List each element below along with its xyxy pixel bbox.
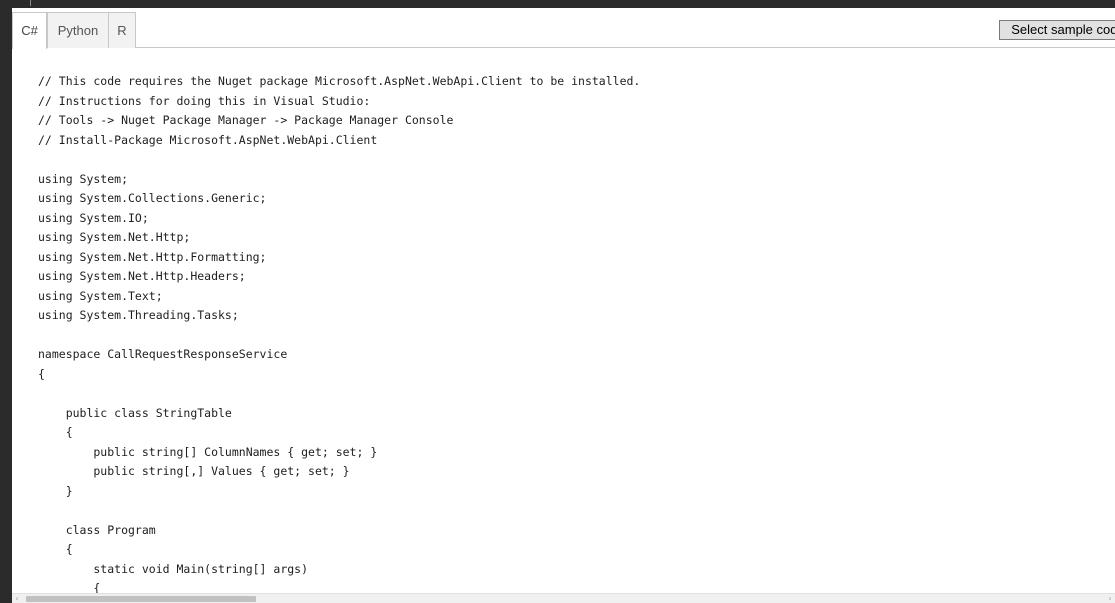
code-line: using System.Net.Http.Formatting; — [38, 249, 267, 264]
page-edge-mark — [30, 0, 35, 6]
code-line: } — [38, 483, 73, 498]
code-line: // Tools -> Nuget Package Manager -> Pac… — [38, 113, 454, 127]
code-line: { — [38, 542, 73, 556]
code-line: using System.Threading.Tasks; — [38, 308, 239, 322]
code-line: using System.Net.Http.Headers; — [38, 269, 246, 283]
code-line: class Program — [38, 522, 156, 537]
code-line: // This code requires the Nuget package … — [38, 74, 641, 88]
code-line: { — [38, 425, 73, 439]
code-line: { — [38, 581, 101, 593]
code-line: // Install-Package Microsoft.AspNet.WebA… — [38, 132, 378, 147]
scrollbar-thumb[interactable] — [26, 596, 256, 602]
code-line: using System.Net.Http; — [38, 230, 191, 244]
code-viewer[interactable]: // This code requires the Nuget package … — [12, 48, 1115, 593]
tab-python[interactable]: Python — [47, 12, 109, 48]
code-line: // Instructions for doing this in Visual… — [38, 93, 371, 108]
code-line: static void Main(string[] args) — [38, 561, 309, 576]
tab-r[interactable]: R — [108, 12, 136, 48]
tab-csharp[interactable]: C# — [12, 12, 47, 49]
code-sample-panel: C# Python R Select sample code // This c… — [12, 8, 1115, 603]
code-line: { — [38, 366, 45, 381]
code-line: public string[,] Values { get; set; } — [38, 464, 350, 478]
code-line: using System.IO; — [38, 210, 149, 225]
code-line: public class StringTable — [38, 405, 232, 420]
code-line: namespace CallRequestResponseService — [38, 347, 288, 361]
horizontal-scrollbar[interactable]: ‹ › — [12, 593, 1115, 603]
select-sample-code-button[interactable]: Select sample code — [999, 20, 1115, 40]
code-line: using System.Text; — [38, 288, 163, 303]
code-line: using System; — [38, 171, 129, 186]
scroll-right-icon[interactable]: › — [1105, 594, 1115, 603]
code-line: using System.Collections.Generic; — [38, 191, 267, 205]
scroll-left-icon[interactable]: ‹ — [12, 594, 22, 603]
code-block: // This code requires the Nuget package … — [38, 72, 640, 593]
code-line: public string[] ColumnNames { get; set; … — [38, 444, 378, 459]
language-tabs: C# Python R — [12, 8, 1115, 49]
